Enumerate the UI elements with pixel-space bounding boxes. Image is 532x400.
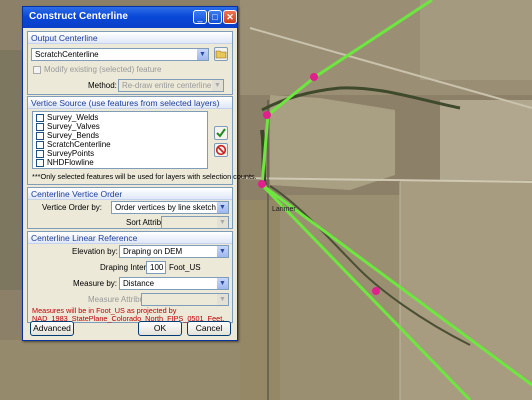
advanced-button[interactable]: Advanced [30, 321, 74, 336]
vertex-marker[interactable] [258, 180, 266, 188]
method-value: Re-draw entire centerline [122, 81, 212, 90]
field-sw [238, 200, 280, 400]
open-folder-button[interactable] [214, 47, 228, 61]
measure-by-value: Distance [123, 279, 155, 288]
ok-button[interactable]: OK [138, 321, 182, 336]
measure-by-label: Measure by: [73, 279, 118, 288]
vertice-order-section: Centerline Vertice Order Vertice Order b… [27, 187, 233, 229]
method-select[interactable]: Re-draw entire centerline ▼ [118, 79, 224, 92]
section-header: Centerline Linear Reference [28, 232, 232, 244]
layer-item[interactable]: Survey_Welds [36, 113, 98, 122]
chevron-down-icon: ▼ [217, 294, 228, 305]
checkbox-icon[interactable] [36, 113, 44, 122]
title-bar[interactable]: Construct Centerline _ □ ✕ [23, 7, 237, 28]
layer-item[interactable]: NHDFlowline [36, 158, 94, 167]
checkbox-icon[interactable] [36, 131, 44, 140]
section-header: Vertice Source (use features from select… [28, 97, 232, 109]
clear-selection-button[interactable] [214, 143, 228, 157]
draping-interval-unit: Foot_US [169, 263, 201, 272]
checkbox-icon[interactable] [36, 149, 44, 158]
checkbox-icon[interactable] [36, 158, 44, 167]
cancel-button[interactable]: Cancel [187, 321, 231, 336]
elevation-select[interactable]: Draping on DEM ▼ [119, 245, 229, 258]
select-all-button[interactable] [214, 126, 228, 140]
selection-note: ***Only selected features will be used f… [32, 172, 257, 181]
modify-existing-checkbox[interactable]: Modify existing (selected) feature [33, 65, 161, 74]
layer-item[interactable]: Survey_Bends [36, 131, 99, 140]
layer-item[interactable]: Survey_Valves [36, 122, 100, 131]
section-header: Centerline Vertice Order [28, 188, 232, 200]
order-by-label: Vertice Order by: [42, 203, 103, 212]
layer-label: Survey_Valves [47, 122, 100, 131]
checkbox-icon[interactable] [36, 140, 44, 149]
modify-existing-label: Modify existing (selected) feature [44, 65, 162, 74]
field-east [440, 100, 532, 180]
chevron-down-icon: ▼ [217, 202, 228, 213]
output-layer-value: ScratchCenterline [35, 50, 99, 59]
checkbox-icon [33, 65, 41, 74]
checkbox-icon[interactable] [36, 122, 44, 131]
order-by-select[interactable]: Order vertices by line sketch ▼ [111, 201, 229, 214]
layer-item[interactable]: ScratchCenterline [36, 140, 111, 149]
layer-label: ScratchCenterline [47, 140, 111, 149]
draping-interval-input[interactable]: 100 [146, 261, 166, 274]
field-bottom-left [0, 340, 240, 400]
field-south [280, 195, 400, 400]
field-center [270, 95, 395, 190]
dialog-title: Construct Centerline [29, 11, 128, 22]
chevron-down-icon: ▼ [197, 49, 208, 60]
linear-reference-section: Centerline Linear Reference Elevation by… [27, 231, 233, 323]
field-ne2 [420, 0, 532, 80]
minimize-button[interactable]: _ [193, 10, 207, 24]
layer-label: Survey_Welds [47, 113, 99, 122]
folder-icon [215, 50, 227, 59]
sort-attribute-select[interactable]: ▼ [161, 216, 229, 229]
vertice-source-section: Vertice Source (use features from select… [27, 96, 257, 185]
place-label: Larimer [272, 206, 296, 213]
section-header: Output Centerline [28, 32, 232, 44]
order-by-value: Order vertices by line sketch [115, 203, 216, 212]
construct-centerline-dialog: Construct Centerline _ □ ✕ Output Center… [22, 6, 257, 341]
layer-label: Survey_Bends [47, 131, 100, 140]
field-se [400, 180, 532, 400]
elevation-label: Elevation by: [72, 247, 118, 256]
check-icon [216, 128, 226, 138]
chevron-down-icon: ▼ [217, 278, 228, 289]
chevron-down-icon: ▼ [212, 80, 223, 91]
layer-label: NHDFlowline [47, 158, 94, 167]
chevron-down-icon: ▼ [217, 246, 228, 257]
vertex-marker[interactable] [263, 111, 271, 119]
layer-item[interactable]: SurveyPoints [36, 149, 94, 158]
close-button[interactable]: ✕ [223, 10, 237, 24]
layer-label: SurveyPoints [47, 149, 95, 158]
vertex-marker[interactable] [310, 73, 318, 81]
maximize-button[interactable]: □ [208, 10, 222, 24]
elevation-value: Draping on DEM [123, 247, 183, 256]
measure-attribute-select[interactable]: ▼ [141, 293, 229, 306]
no-entry-icon [215, 144, 227, 156]
vertex-marker[interactable] [372, 287, 380, 295]
layer-listbox[interactable]: Survey_Welds Survey_Valves Survey_Bends … [32, 111, 208, 169]
method-label: Method: [88, 81, 117, 90]
output-centerline-section: Output Centerline ScratchCenterline ▼ Mo… [27, 31, 233, 95]
chevron-down-icon: ▼ [217, 217, 228, 228]
buildings-area [0, 50, 24, 290]
output-layer-select[interactable]: ScratchCenterline ▼ [31, 48, 209, 61]
measure-by-select[interactable]: Distance ▼ [119, 277, 229, 290]
